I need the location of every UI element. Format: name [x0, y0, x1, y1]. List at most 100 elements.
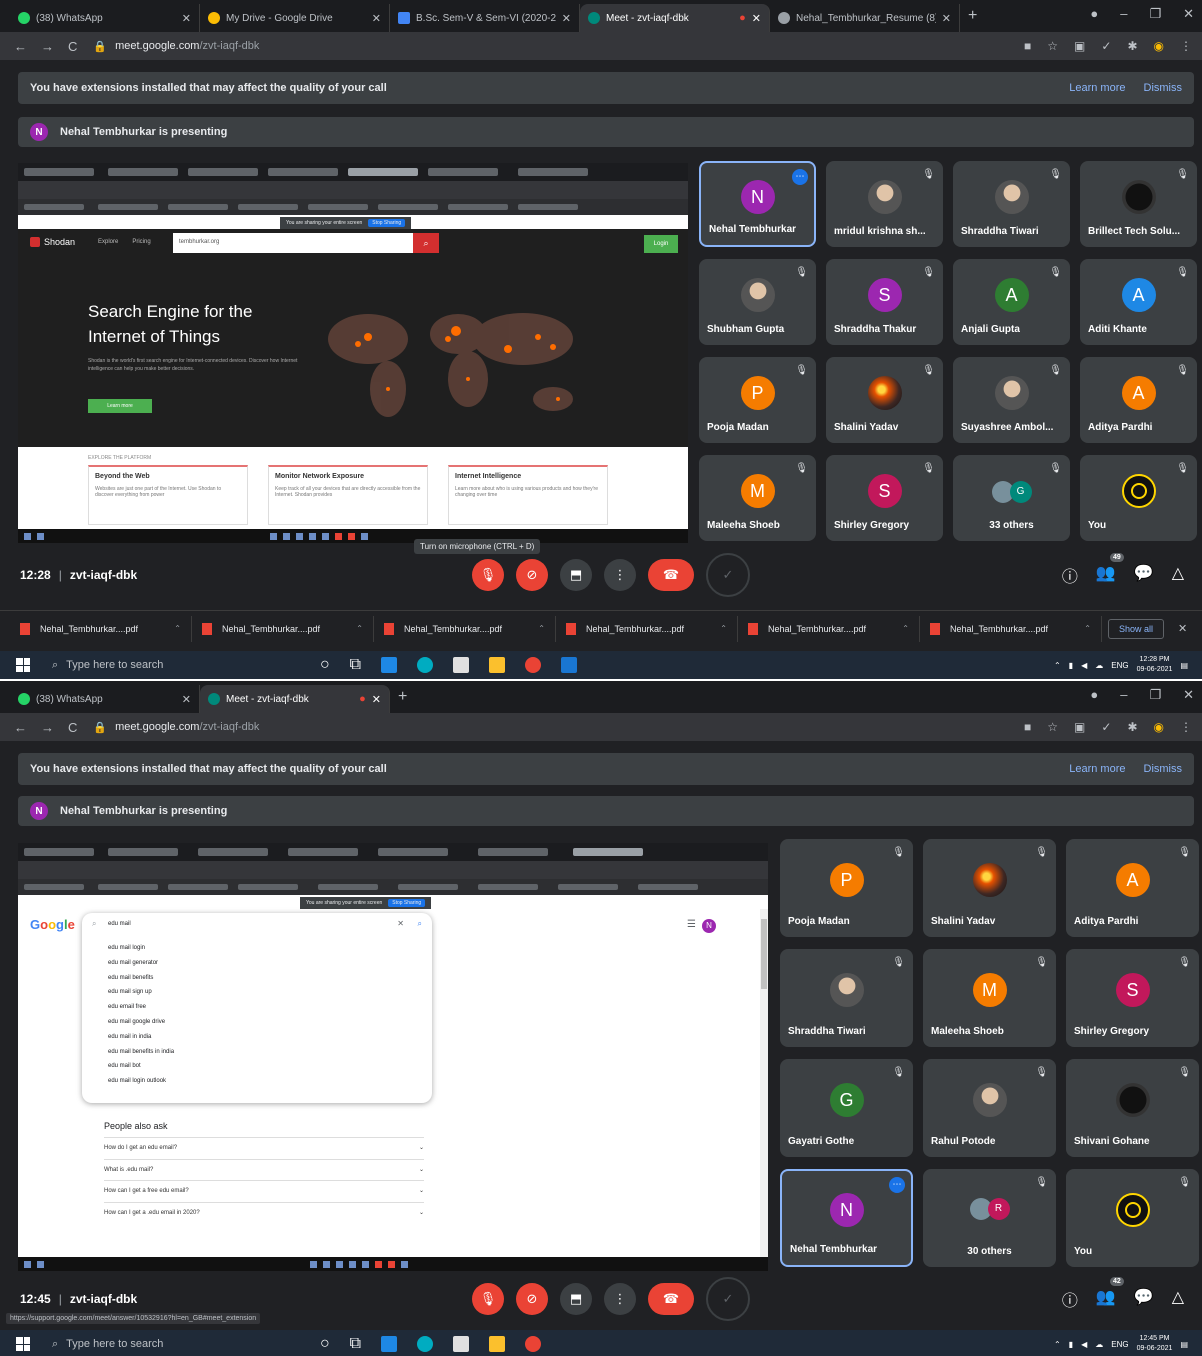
nav-pricing[interactable]: Pricing — [132, 239, 150, 245]
profile-icon[interactable]: ● — [1090, 6, 1098, 22]
google-search-input[interactable]: edu mail — [108, 921, 131, 927]
suggestion-item[interactable]: edu mail benefits — [108, 971, 174, 986]
menu-dots-icon[interactable]: ⋮ — [1180, 39, 1192, 53]
url-field[interactable]: meet.google.com/zvt-iaqf-dbk — [115, 40, 259, 52]
participant-tile[interactable]: 🎙 G Gayatri Gothe — [780, 1059, 913, 1157]
suggestion-item[interactable]: edu mail google drive — [108, 1015, 174, 1030]
clock[interactable]: 12:28 PM 09-06-2021 — [1137, 655, 1173, 675]
tab-close-icon[interactable]: ✕ — [372, 12, 381, 25]
browser-tab[interactable]: B.Sc. Sem-V & Sem-VI (2020-20 ✕ — [390, 4, 580, 32]
meeting-info-icon[interactable]: ⓘ — [1062, 563, 1078, 587]
chevron-up-icon[interactable]: ⌃ — [174, 624, 181, 633]
store-icon[interactable] — [381, 1336, 398, 1352]
participant-tile[interactable]: 🎙 You — [1066, 1169, 1199, 1267]
eye-extension-icon[interactable]: ◉ — [1154, 720, 1164, 734]
download-item[interactable]: Nehal_Tembhurkar....pdf ⌃ — [738, 615, 920, 642]
participant-tile[interactable]: 🎙 G 33 others — [953, 455, 1070, 541]
paa-question[interactable]: How do I get an edu email? ⌄ — [104, 1137, 424, 1159]
volume-icon[interactable]: ◀ — [1081, 661, 1087, 670]
edge-icon[interactable] — [417, 1336, 434, 1352]
check-icon[interactable]: ✓ — [1101, 39, 1111, 53]
new-tab-icon[interactable]: + — [398, 688, 407, 706]
participant-tile[interactable]: 🎙 M Maleeha Shoeb — [923, 949, 1056, 1047]
maximize-icon[interactable]: ❐ — [1149, 687, 1161, 703]
volume-icon[interactable]: ◀ — [1081, 1340, 1087, 1349]
reload-icon[interactable]: C — [68, 39, 77, 54]
activities-shapes-icon[interactable]: △ — [1172, 1287, 1184, 1311]
suggestion-item[interactable]: edu mail in india — [108, 1030, 174, 1045]
google-account-avatar[interactable]: N — [702, 919, 716, 933]
participant-tile[interactable]: 🎙 Shivani Gohane — [1066, 1059, 1199, 1157]
photos-icon[interactable] — [561, 657, 578, 673]
chevron-up-icon[interactable]: ⌃ — [356, 624, 363, 633]
participant-tile[interactable]: 🎙 You — [1080, 455, 1197, 541]
suggestion-item[interactable]: edu mail login — [108, 941, 174, 956]
edge-icon[interactable] — [417, 657, 434, 673]
close-window-icon[interactable]: ✕ — [1183, 687, 1194, 703]
hang-up-icon[interactable]: ☎ — [648, 1283, 694, 1315]
page-scrollbar[interactable] — [760, 909, 768, 1257]
mic-off-icon[interactable]: 🎙 — [472, 559, 504, 591]
taskbar-search[interactable]: ⌕ Type here to search — [44, 651, 314, 679]
suggestion-item[interactable]: edu mail benefits in india — [108, 1045, 174, 1060]
browser-tab[interactable]: Nehal_Tembhurkar_Resume (8). ✕ — [770, 4, 960, 32]
notification-icon[interactable]: ▤ — [1180, 661, 1188, 670]
hang-up-icon[interactable]: ☎ — [648, 559, 694, 591]
participant-tile[interactable]: 🎙 M Maleeha Shoeb — [699, 455, 816, 541]
feature-card[interactable]: Beyond the Web Websites are just one part… — [88, 465, 248, 525]
download-item[interactable]: Nehal_Tembhurkar....pdf ⌃ — [374, 615, 556, 642]
more-options-icon[interactable]: ⋮ — [604, 1283, 636, 1315]
people-icon[interactable]: 👥 49 — [1096, 553, 1124, 587]
clear-icon[interactable]: ✕ — [397, 919, 404, 928]
minimize-icon[interactable]: – — [1120, 687, 1127, 703]
browser-tab[interactable]: My Drive - Google Drive ✕ — [200, 4, 390, 32]
participant-tile[interactable]: 🎙 Rahul Potode — [923, 1059, 1056, 1157]
login-button[interactable]: Login — [644, 235, 678, 253]
tab-close-icon[interactable]: ✕ — [752, 12, 761, 25]
back-icon[interactable]: ← — [14, 720, 27, 735]
paa-question[interactable]: What is .edu mail? ⌄ — [104, 1158, 424, 1181]
chevron-up-icon[interactable]: ⌃ — [1084, 624, 1091, 633]
participant-tile[interactable]: 🎙 P Pooja Madan — [699, 357, 816, 443]
participant-tile[interactable]: 🎙 A Aditi Khante — [1080, 259, 1197, 345]
participant-tile[interactable]: 🎙 Shalini Yadav — [923, 839, 1056, 937]
chevron-up-icon[interactable]: ⌃ — [720, 624, 727, 633]
search-icon[interactable]: ⌕ — [413, 233, 439, 253]
participant-tile[interactable]: 🎙 Shalini Yadav — [826, 357, 943, 443]
camera-off-icon[interactable]: ⊘ — [516, 559, 548, 591]
participant-tile[interactable]: ⋯ N Nehal Tembhurkar — [780, 1169, 913, 1267]
camera-icon[interactable]: ■ — [1024, 720, 1031, 734]
maximize-icon[interactable]: ❐ — [1149, 6, 1161, 22]
close-download-bar-icon[interactable]: ✕ — [1178, 622, 1187, 635]
browser-tab[interactable]: (38) WhatsApp ✕ — [10, 4, 200, 32]
tab-close-icon[interactable]: ✕ — [372, 693, 381, 706]
apps-grid-icon[interactable]: ☰ — [687, 919, 696, 930]
people-icon[interactable]: 👥 42 — [1096, 1277, 1124, 1311]
tab-close-icon[interactable]: ✕ — [182, 12, 191, 25]
windows-start-icon[interactable] — [16, 1337, 30, 1351]
suggestion-item[interactable]: edu mail login outlook — [108, 1074, 174, 1089]
puzzle-icon[interactable]: ✱ — [1127, 39, 1137, 53]
participant-tile[interactable]: 🎙 S Shirley Gregory — [826, 455, 943, 541]
task-view-icon[interactable]: ⧉ — [350, 1335, 361, 1353]
forward-icon[interactable]: → — [41, 39, 54, 54]
more-options-icon[interactable]: ⋮ — [604, 559, 636, 591]
participant-tile[interactable]: ⋯ N Nehal Tembhurkar — [699, 161, 816, 247]
url-field[interactable]: meet.google.com/zvt-iaqf-dbk — [115, 721, 259, 733]
chevron-up-icon[interactable]: ⌃ — [538, 624, 545, 633]
tab-close-icon[interactable]: ✕ — [182, 693, 191, 706]
cloud-icon[interactable]: ☁ — [1095, 661, 1103, 670]
suggestion-item[interactable]: edu mail generator — [108, 956, 174, 971]
language-indicator[interactable]: ENG — [1111, 661, 1128, 670]
cortana-icon[interactable]: ○ — [320, 1335, 330, 1353]
paa-question[interactable]: How can I get a free edu email? ⌄ — [104, 1180, 424, 1202]
participant-tile[interactable]: 🎙 Brillect Tech Solu... — [1080, 161, 1197, 247]
menu-dots-icon[interactable]: ⋮ — [1180, 720, 1192, 734]
participant-tile[interactable]: 🎙 Shubham Gupta — [699, 259, 816, 345]
chevron-up-icon[interactable]: ⌃ — [902, 624, 909, 633]
stop-sharing-button[interactable]: Stop Sharing — [388, 899, 426, 907]
learn-more-link[interactable]: Learn more — [1069, 763, 1125, 775]
chrome-icon[interactable] — [525, 1336, 542, 1352]
close-window-icon[interactable]: ✕ — [1183, 6, 1194, 22]
participant-tile[interactable]: 🎙 Shraddha Tiwari — [953, 161, 1070, 247]
